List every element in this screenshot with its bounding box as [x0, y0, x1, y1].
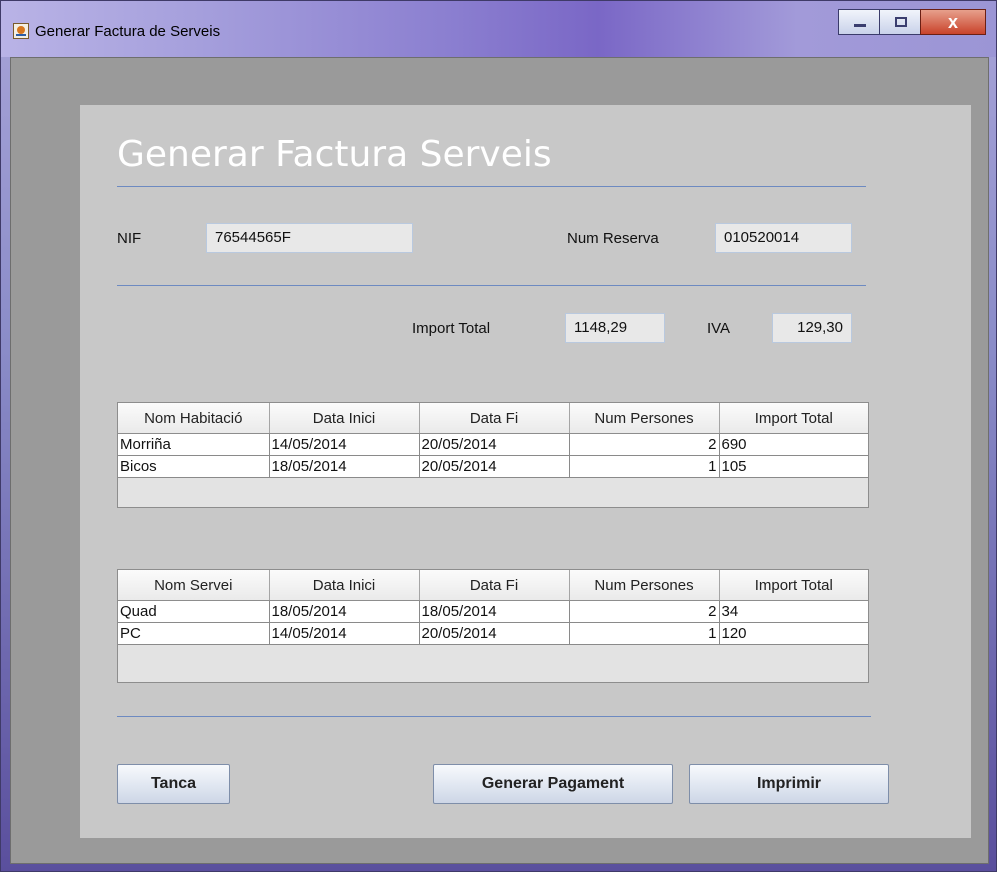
import-total-field[interactable]: 1148,29	[565, 313, 665, 343]
table-cell[interactable]: Morriña	[118, 433, 270, 456]
table-cell[interactable]: 2	[569, 600, 720, 623]
table-row[interactable]: Bicos 18/05/2014 20/05/2014 1 105	[118, 455, 868, 478]
services-table[interactable]: Nom Servei Data Inici Data Fi Num Person…	[117, 569, 869, 683]
column-header[interactable]: Data Inici	[269, 570, 420, 601]
separator-top	[117, 186, 866, 187]
maximize-icon	[895, 17, 907, 27]
table-cell[interactable]: 14/05/2014	[269, 433, 420, 456]
iva-field[interactable]: 129,30	[772, 313, 852, 343]
nif-label: NIF	[117, 230, 142, 247]
minimize-icon	[854, 24, 866, 27]
table-cell[interactable]: 18/05/2014	[269, 600, 420, 623]
table-cell[interactable]: 34	[719, 600, 868, 623]
minimize-button[interactable]	[838, 9, 880, 35]
java-app-icon	[13, 23, 29, 39]
table-header-row: Nom Servei Data Inici Data Fi Num Person…	[118, 570, 868, 601]
column-header[interactable]: Data Fi	[419, 570, 570, 601]
rooms-table[interactable]: Nom Habitació Data Inici Data Fi Num Per…	[117, 402, 869, 508]
column-header[interactable]: Import Total	[719, 570, 868, 601]
column-header[interactable]: Nom Servei	[118, 570, 270, 601]
table-cell[interactable]: Quad	[118, 600, 270, 623]
separator-middle	[117, 285, 866, 286]
table-cell[interactable]: 2	[569, 433, 720, 456]
table-row[interactable]: PC 14/05/2014 20/05/2014 1 120	[118, 622, 868, 645]
close-window-button[interactable]: x	[920, 9, 986, 35]
nif-field[interactable]: 76544565F	[206, 223, 413, 253]
table-cell[interactable]: 1	[569, 622, 720, 645]
import-total-label: Import Total	[412, 320, 491, 337]
table-cell[interactable]: 105	[719, 455, 868, 478]
tanca-button[interactable]: Tanca	[117, 764, 230, 804]
column-header[interactable]: Import Total	[719, 403, 868, 434]
window-title: Generar Factura de Serveis	[35, 23, 221, 40]
num-reserva-field[interactable]: 010520014	[715, 223, 852, 253]
table-row[interactable]: Morriña 14/05/2014 20/05/2014 2 690	[118, 433, 868, 456]
table-cell[interactable]: 18/05/2014	[269, 455, 420, 478]
table-cell[interactable]: Bicos	[118, 455, 270, 478]
close-icon: x	[947, 12, 958, 32]
separator-bottom	[117, 716, 871, 717]
table-cell[interactable]: 20/05/2014	[419, 622, 570, 645]
column-header[interactable]: Data Fi	[419, 403, 570, 434]
iva-label: IVA	[707, 320, 731, 337]
imprimir-button[interactable]: Imprimir	[689, 764, 889, 804]
table-cell[interactable]: 14/05/2014	[269, 622, 420, 645]
table-header-row: Nom Habitació Data Inici Data Fi Num Per…	[118, 403, 868, 434]
table-cell[interactable]: 18/05/2014	[419, 600, 570, 623]
table-cell[interactable]: 120	[719, 622, 868, 645]
table-cell[interactable]: 690	[719, 433, 868, 456]
column-header[interactable]: Nom Habitació	[118, 403, 270, 434]
table-cell[interactable]: PC	[118, 622, 270, 645]
table-cell[interactable]: 20/05/2014	[419, 433, 570, 456]
table-cell[interactable]: 20/05/2014	[419, 455, 570, 478]
window-controls: x	[838, 9, 986, 37]
table-row[interactable]: Quad 18/05/2014 18/05/2014 2 34	[118, 600, 868, 623]
generar-pagament-button[interactable]: Generar Pagament	[433, 764, 673, 804]
num-reserva-label: Num Reserva	[567, 230, 659, 247]
column-header[interactable]: Num Persones	[569, 570, 720, 601]
table-cell[interactable]: 1	[569, 455, 720, 478]
page-title: Generar Factura Serveis	[117, 134, 552, 175]
title-bar[interactable]: Generar Factura de Serveis x	[1, 1, 996, 57]
column-header[interactable]: Data Inici	[269, 403, 420, 434]
column-header[interactable]: Num Persones	[569, 403, 720, 434]
maximize-button[interactable]	[879, 9, 921, 35]
